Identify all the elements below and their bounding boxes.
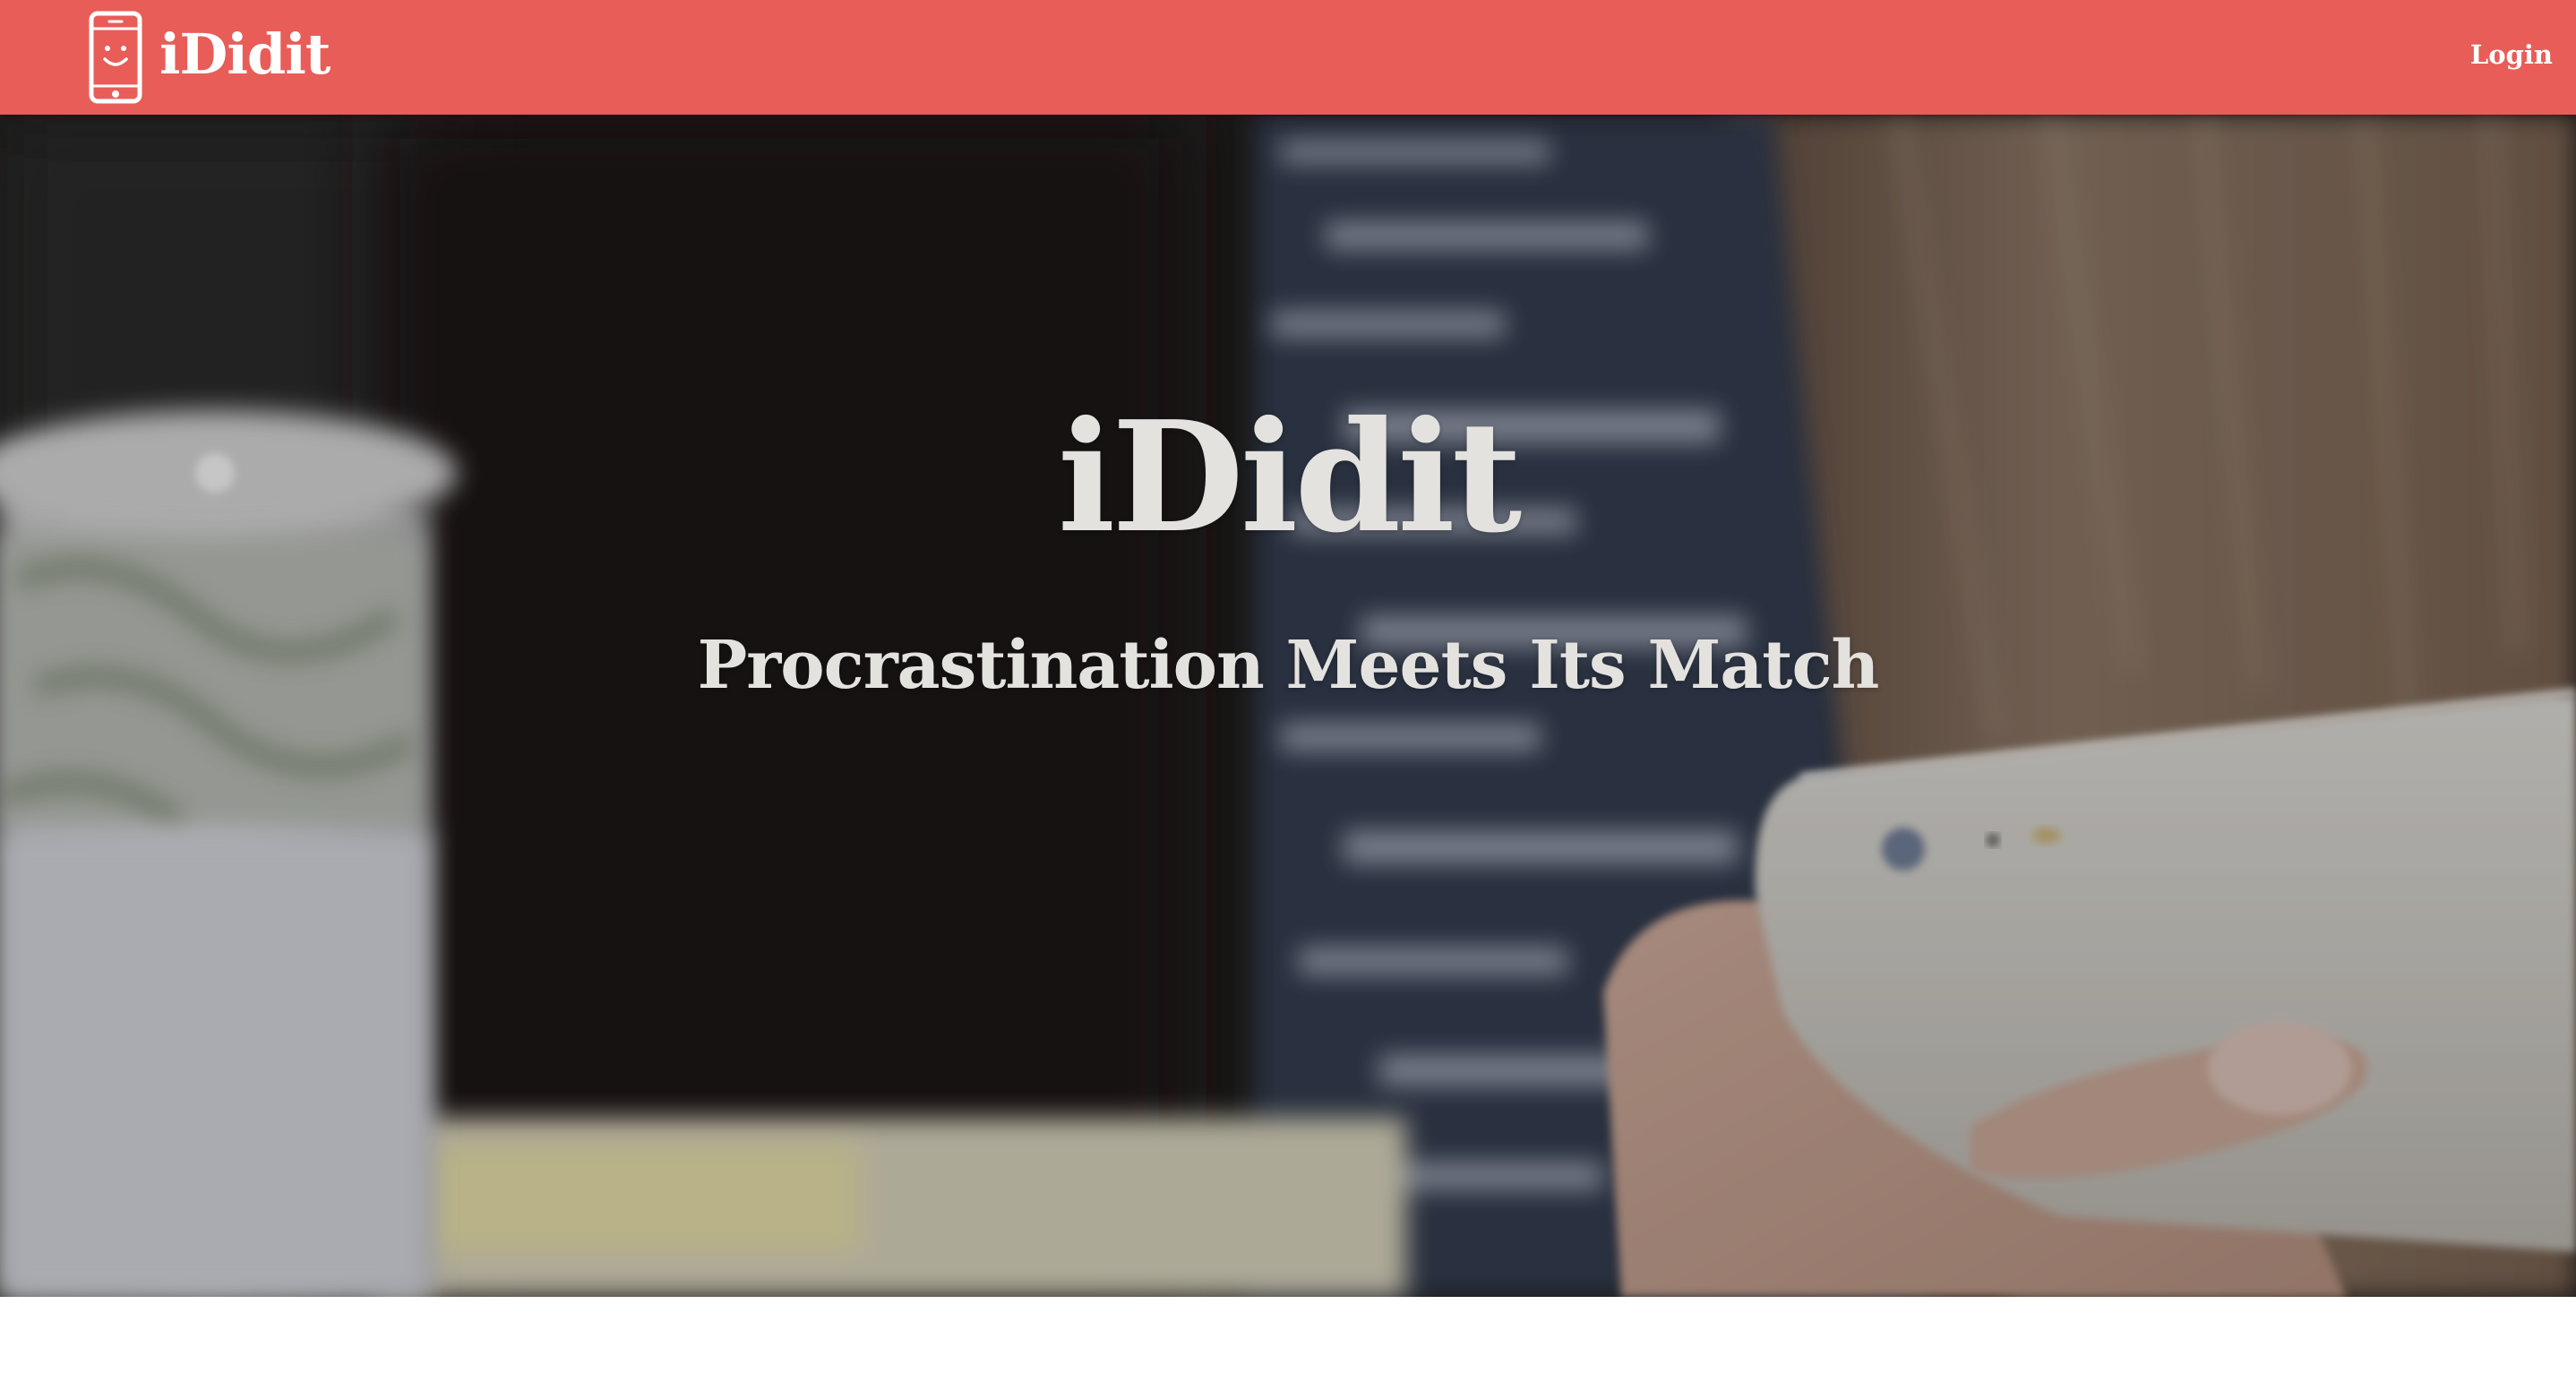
hero-dark-overlay: [0, 115, 2576, 1297]
hero-title: iDidit: [1057, 388, 1523, 567]
page-content-area: [0, 1297, 2576, 1390]
hero-tagline: Procrastination Meets Its Match: [697, 627, 1880, 704]
brand-logo-link[interactable]: iDidit: [88, 11, 331, 104]
top-navbar: iDidit Login: [0, 0, 2576, 115]
login-link[interactable]: Login: [2470, 39, 2553, 70]
hero-section: iDidit Procrastination Meets Its Match: [0, 115, 2576, 1297]
brand-name: iDidit: [159, 21, 331, 87]
smiling-phone-icon: [89, 11, 142, 104]
